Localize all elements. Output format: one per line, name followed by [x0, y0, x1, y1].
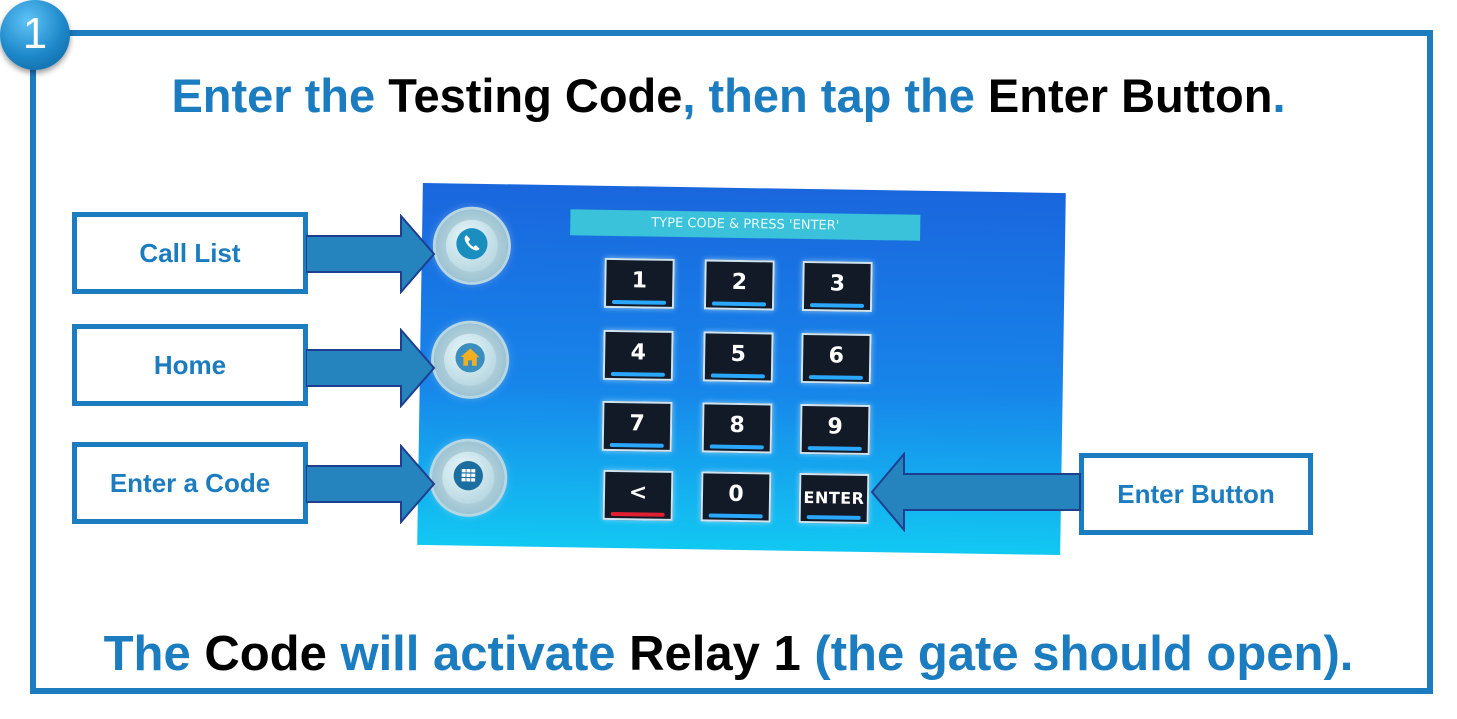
heading-text: . — [1272, 69, 1286, 122]
enter-button-label: Enter Button — [1079, 453, 1313, 535]
footer-code: Code — [204, 627, 327, 681]
key-5[interactable]: 5 — [702, 331, 774, 383]
key-2[interactable]: 2 — [703, 259, 775, 311]
key-7[interactable]: 7 — [601, 400, 673, 452]
key-0[interactable]: 0 — [700, 471, 772, 523]
home-icon — [454, 341, 487, 378]
instruction-heading: Enter the Testing Code, then tap the Ent… — [0, 68, 1457, 123]
key-backspace[interactable]: < — [602, 469, 674, 521]
heading-text: Enter the — [171, 69, 389, 122]
key-6[interactable]: 6 — [800, 332, 872, 385]
key-3[interactable]: 3 — [801, 260, 873, 313]
call-list-button[interactable] — [435, 209, 509, 283]
step-number-badge: 1 — [0, 0, 70, 70]
key-9[interactable]: 9 — [799, 403, 871, 456]
phone-icon — [455, 226, 490, 266]
instruction-footer: The Code will activate Relay 1 (the gate… — [0, 626, 1457, 682]
key-1[interactable]: 1 — [603, 257, 675, 309]
home-button[interactable] — [433, 323, 507, 397]
arrow-right-icon — [306, 214, 436, 294]
enter-code-button[interactable] — [431, 441, 505, 515]
heading-testing-code: Testing Code — [388, 69, 683, 122]
footer-text: (the gate should open). — [800, 627, 1354, 681]
screen-prompt: TYPE CODE & PRESS 'ENTER' — [570, 209, 921, 241]
footer-text: The — [103, 627, 205, 681]
enter-code-label: Enter a Code — [72, 442, 308, 524]
arrow-left-icon — [870, 452, 1081, 532]
call-list-label: Call List — [72, 212, 308, 294]
key-enter[interactable]: ENTER — [798, 472, 870, 525]
arrow-right-icon — [306, 328, 436, 408]
key-8[interactable]: 8 — [701, 402, 773, 454]
heading-text: , then tap the — [682, 69, 988, 122]
arrow-right-icon — [306, 444, 436, 524]
home-label: Home — [72, 324, 308, 406]
keypad-icon — [452, 459, 485, 496]
key-4[interactable]: 4 — [602, 329, 674, 381]
footer-relay: Relay 1 — [629, 627, 801, 681]
footer-text: will activate — [326, 627, 630, 681]
heading-enter-button: Enter Button — [987, 69, 1273, 122]
